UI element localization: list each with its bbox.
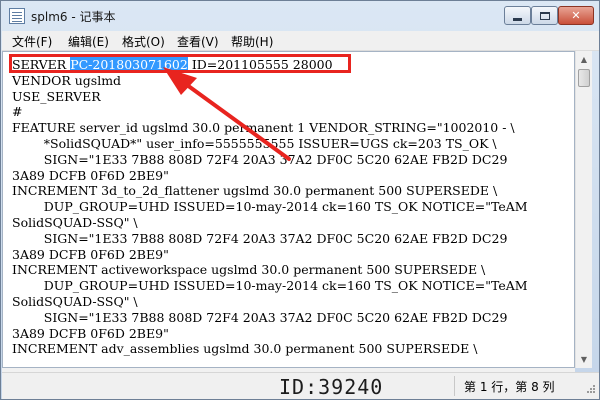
cursor-position: 第 1 行，第 8 列 [464,380,555,394]
vertical-scrollbar[interactable]: ▲ ▼ [575,51,592,368]
notepad-window: splm6 - 记事本 ✕ 文件(F) 编辑(E) 格式(O) 查看(V) 帮助… [0,0,600,400]
scroll-down-icon[interactable]: ▼ [576,351,592,368]
scroll-up-icon[interactable]: ▲ [576,51,592,68]
resize-grip-icon[interactable] [584,385,596,397]
arrow-annotation-icon [163,67,291,161]
status-divider [454,376,455,396]
scroll-thumb[interactable] [578,69,590,87]
watermark-id: ID:39240 [279,375,384,399]
